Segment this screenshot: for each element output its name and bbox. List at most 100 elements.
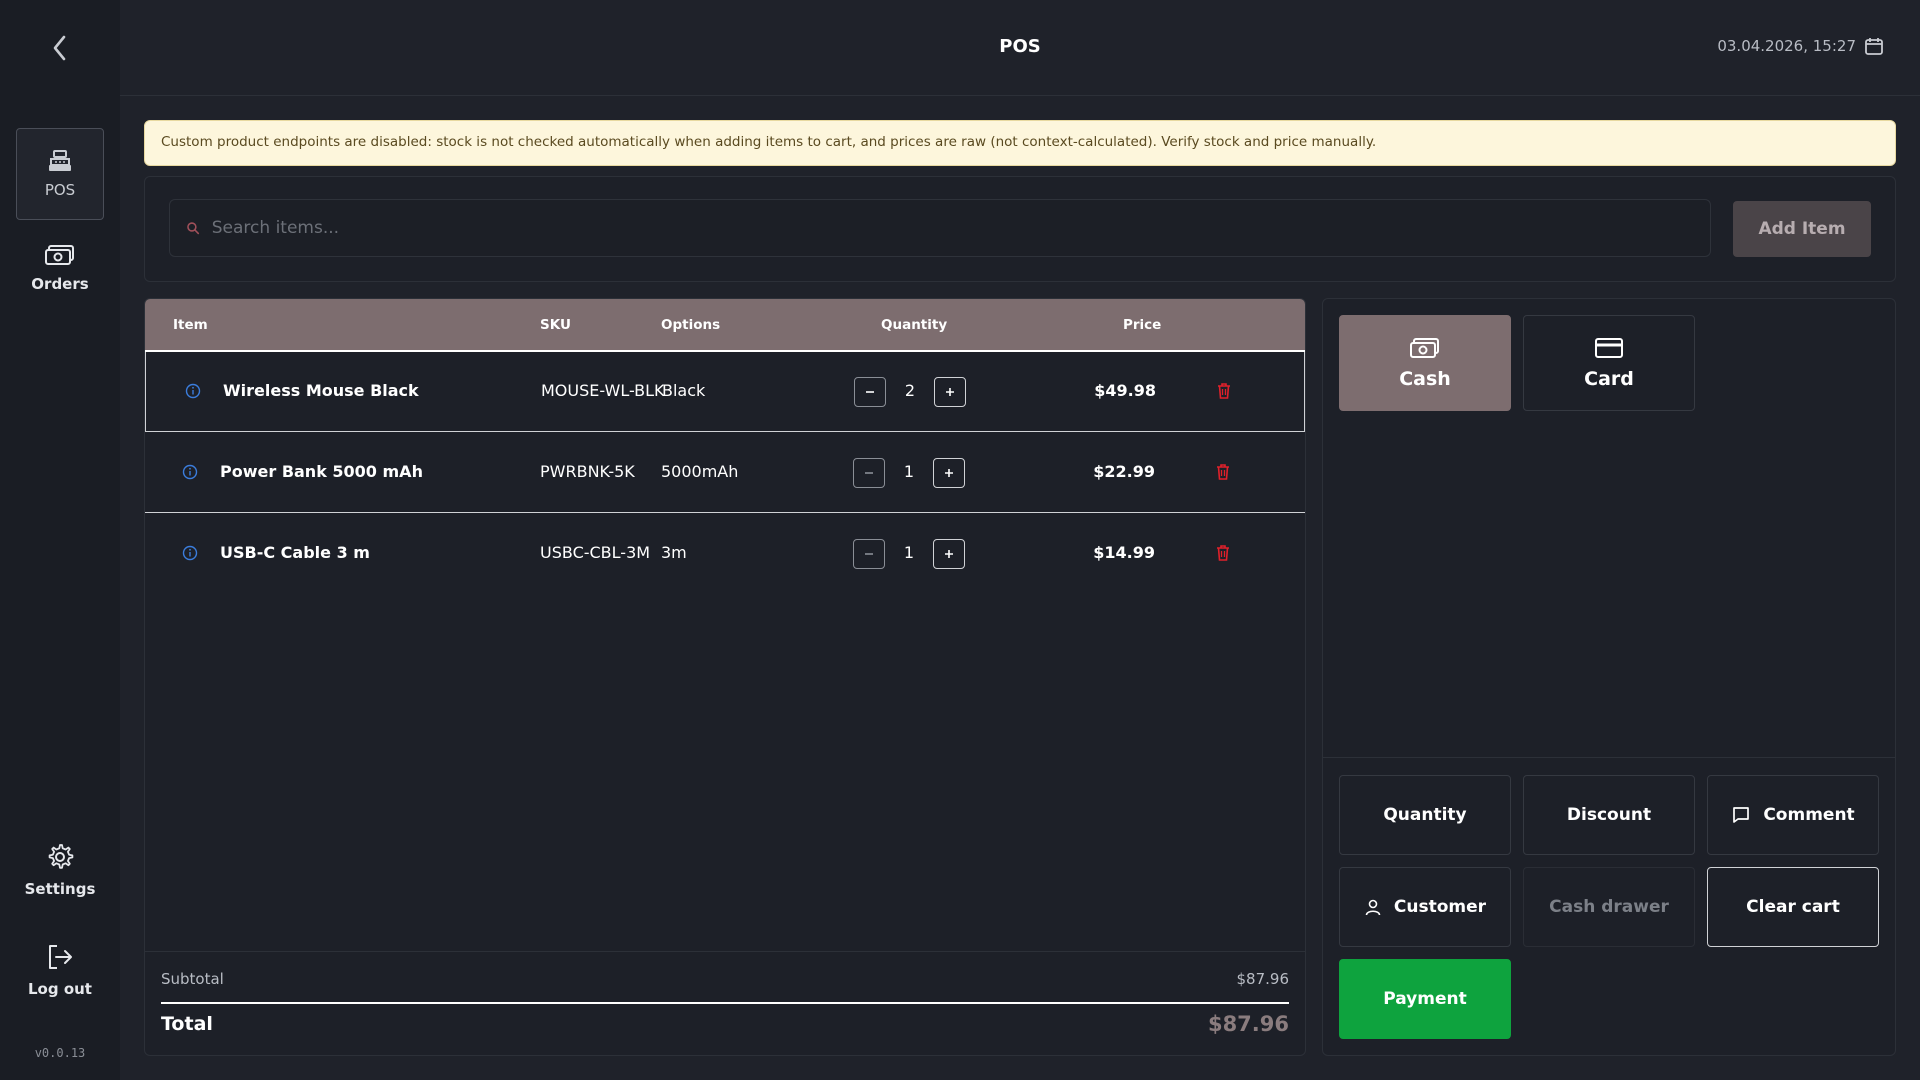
quantity-decrease-button[interactable] [854, 377, 886, 407]
quantity-increase-button[interactable] [934, 377, 966, 407]
cart-totals: Subtotal $87.96 Total $87.96 [145, 951, 1305, 1055]
column-header-options: Options [661, 317, 721, 333]
item-name: USB-C Cable 3 m [220, 543, 370, 562]
comment-button-label: Comment [1763, 805, 1855, 825]
sidebar-item-label: POS [44, 181, 76, 199]
search-icon [187, 222, 200, 235]
subtotal-row: Subtotal $87.96 [161, 970, 1289, 1004]
subtotal-value: $87.96 [1236, 970, 1290, 988]
table-row[interactable]: Power Bank 5000 mAh PWRBNK-5K 5000mAh 1 … [145, 433, 1305, 513]
clear-cart-button-label: Clear cart [1746, 897, 1840, 917]
trash-icon[interactable] [1215, 463, 1231, 481]
plus-icon [945, 550, 953, 558]
sidebar: POS Orders Settings Log out v0.0.13 [0, 0, 120, 1080]
money-bill-icon [45, 245, 74, 265]
payment-button[interactable]: Payment [1339, 959, 1511, 1039]
logout-icon [49, 945, 72, 969]
search-input[interactable] [211, 218, 1710, 238]
item-price: $22.99 [1093, 462, 1155, 481]
sidebar-item-label: Orders [31, 275, 89, 293]
sidebar-item-logout[interactable]: Log out [16, 924, 104, 1016]
column-header-sku: SKU [540, 317, 571, 333]
cash-drawer-button[interactable]: Cash drawer [1523, 867, 1695, 947]
search-panel: Add Item [144, 176, 1896, 282]
quantity-increase-button[interactable] [933, 458, 965, 488]
column-header-quantity: Quantity [881, 317, 948, 333]
quantity-button[interactable]: Quantity [1339, 775, 1511, 855]
credit-card-icon [1595, 338, 1623, 358]
item-options: 3m [661, 543, 687, 562]
quantity-button-label: Quantity [1383, 805, 1467, 825]
warning-banner: Custom product endpoints are disabled: s… [144, 120, 1896, 166]
item-options: 5000mAh [661, 462, 739, 481]
page-title: POS [999, 36, 1041, 57]
table-row[interactable]: Wireless Mouse Black MOUSE-WL-BLK Black … [145, 352, 1305, 432]
item-name: Wireless Mouse Black [223, 381, 419, 400]
datetime-display[interactable]: 03.04.2026, 15:27 [1717, 36, 1884, 56]
payment-button-label: Payment [1383, 989, 1467, 1009]
customer-button[interactable]: Customer [1339, 867, 1511, 947]
item-quantity: 1 [903, 543, 915, 562]
total-label: Total [161, 1013, 213, 1035]
payment-method-cash[interactable]: Cash [1339, 315, 1511, 411]
top-bar: POS 03.04.2026, 15:27 [120, 0, 1920, 96]
gear-icon [48, 844, 74, 869]
version-label: v0.0.13 [34, 1046, 86, 1060]
sidebar-item-label: Settings [24, 880, 96, 898]
comment-icon [1733, 807, 1750, 823]
payment-method-card[interactable]: Card [1523, 315, 1695, 411]
info-icon[interactable] [182, 464, 198, 480]
clear-cart-button[interactable]: Clear cart [1707, 867, 1879, 947]
cart-panel: Item SKU Options Quantity Price Wireless… [144, 298, 1306, 1056]
chevron-left-icon [53, 35, 66, 61]
divider [1323, 757, 1895, 758]
money-bill-icon [1410, 338, 1439, 358]
item-name: Power Bank 5000 mAh [220, 462, 423, 481]
trash-icon[interactable] [1216, 382, 1232, 400]
quantity-increase-button[interactable] [933, 539, 965, 569]
calendar-icon [1865, 38, 1883, 55]
datetime-text: 03.04.2026, 15:27 [1717, 37, 1856, 55]
payment-method-label: Card [1584, 368, 1634, 390]
discount-button[interactable]: Discount [1523, 775, 1695, 855]
cash-drawer-button-label: Cash drawer [1549, 897, 1669, 917]
item-price: $49.98 [1094, 381, 1156, 400]
sidebar-item-orders[interactable]: Orders [16, 222, 104, 314]
item-sku: USBC-CBL-3M [540, 543, 651, 562]
payment-panel: Cash Card Quantity Discount Comment Cust… [1322, 298, 1896, 1056]
minus-icon [865, 472, 873, 474]
search-box [169, 199, 1711, 257]
back-button[interactable] [40, 28, 80, 68]
info-icon[interactable] [182, 545, 198, 561]
item-quantity: 2 [904, 381, 916, 400]
user-icon [1365, 899, 1381, 916]
payment-method-label: Cash [1399, 368, 1451, 390]
table-row[interactable]: USB-C Cable 3 m USBC-CBL-3M 3m 1 $14.99 [145, 514, 1305, 594]
plus-icon [945, 469, 953, 477]
minus-icon [865, 553, 873, 555]
info-icon[interactable] [185, 383, 201, 399]
total-value: $87.96 [1207, 1012, 1289, 1036]
cart-table-header: Item SKU Options Quantity Price [145, 299, 1305, 352]
item-quantity: 1 [903, 462, 915, 481]
quantity-decrease-button[interactable] [853, 458, 885, 488]
plus-icon [946, 388, 954, 396]
minus-icon [866, 391, 874, 393]
item-options: Black [662, 381, 706, 400]
column-header-item: Item [173, 317, 208, 333]
column-header-price: Price [1123, 317, 1162, 333]
item-price: $14.99 [1093, 543, 1155, 562]
quantity-decrease-button[interactable] [853, 539, 885, 569]
customer-button-label: Customer [1393, 897, 1487, 917]
sidebar-item-label: Log out [28, 980, 92, 998]
sidebar-item-pos[interactable]: POS [16, 128, 104, 220]
sidebar-item-settings[interactable]: Settings [16, 824, 104, 916]
trash-icon[interactable] [1215, 544, 1231, 562]
comment-button[interactable]: Comment [1707, 775, 1879, 855]
item-sku: PWRBNK-5K [540, 462, 635, 481]
item-sku: MOUSE-WL-BLK [541, 381, 665, 400]
cash-register-icon [49, 150, 71, 171]
total-row: Total $87.96 [161, 1012, 1289, 1036]
add-item-button[interactable]: Add Item [1733, 201, 1871, 257]
subtotal-label: Subtotal [161, 970, 224, 988]
